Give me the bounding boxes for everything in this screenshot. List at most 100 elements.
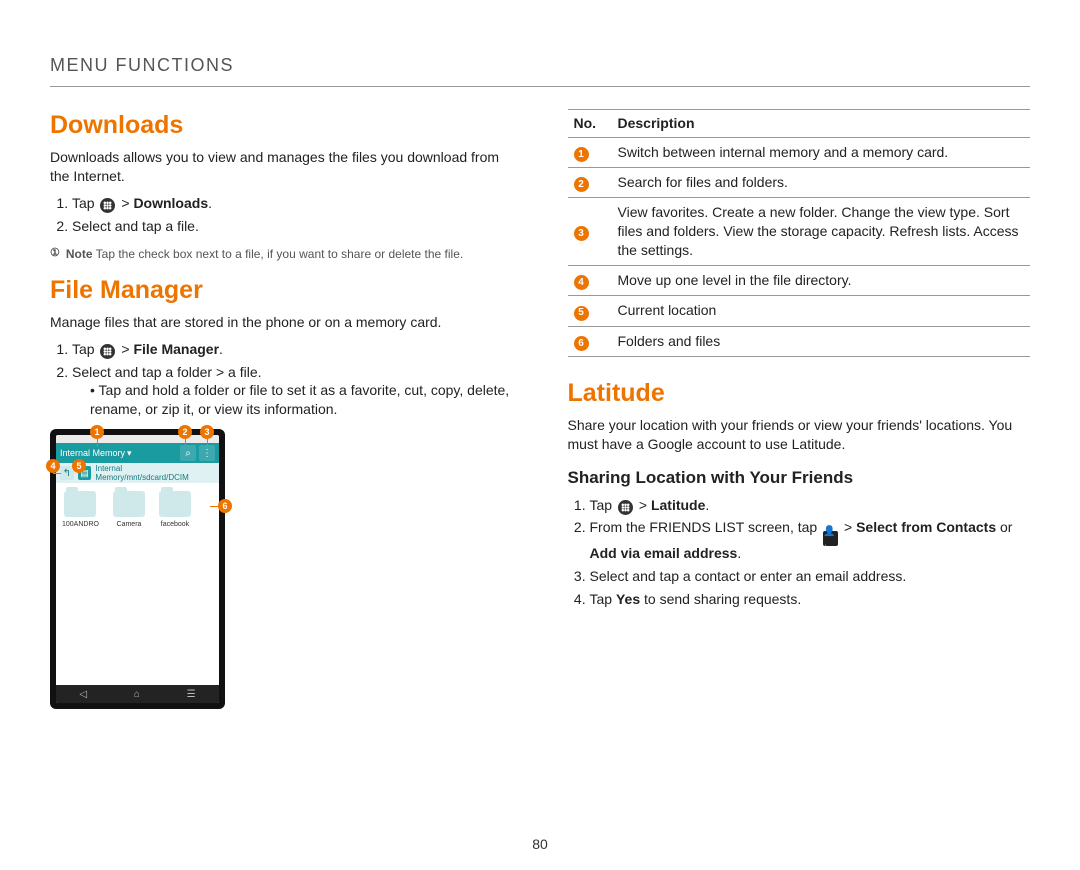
- fm-step-1: Tap > File Manager.: [72, 340, 513, 359]
- memory-selector[interactable]: Internal Memory: [60, 448, 177, 459]
- apps-icon: [100, 198, 115, 213]
- lat-step-2: From the FRIENDS LIST screen, tap 👤₊ > S…: [590, 518, 1031, 563]
- back-icon[interactable]: ◁: [79, 689, 87, 700]
- latitude-intro: Share your location with your friends or…: [568, 416, 1031, 454]
- fm-step-2: Select and tap a folder > a file. Tap an…: [72, 363, 513, 420]
- latitude-steps: Tap > Latitude. From the FRIENDS LIST sc…: [568, 496, 1031, 610]
- downloads-step-1: Tap > Downloads.: [72, 194, 513, 213]
- add-contact-icon: 👤₊: [823, 531, 838, 546]
- text: >: [840, 519, 856, 535]
- note-icon: ①: [50, 246, 60, 262]
- table-row: 4Move up one level in the file directory…: [568, 266, 1031, 296]
- lat-bold: Select from Contacts: [856, 519, 996, 535]
- callout-line: [53, 473, 61, 474]
- page-header: MENU FUNCTIONS: [50, 55, 1030, 87]
- folder-icon: [113, 491, 145, 517]
- filemanager-heading: File Manager: [50, 276, 513, 305]
- folder-item[interactable]: facebook: [159, 491, 191, 677]
- text: to send sharing requests.: [640, 591, 801, 607]
- note-body: Tap the check box next to a file, if you…: [93, 247, 464, 261]
- folder-icon: [64, 491, 96, 517]
- breadcrumb-text: Internal Memory/mnt/sdcard/DCIM: [95, 464, 215, 482]
- filemanager-intro: Manage files that are stored in the phon…: [50, 313, 513, 332]
- folder-label: 100ANDRO: [62, 521, 99, 528]
- filemanager-steps: Tap > File Manager. Select and tap a fol…: [50, 340, 513, 420]
- row-desc: Folders and files: [612, 326, 1031, 356]
- lat-step-4: Tap Yes to send sharing requests.: [590, 590, 1031, 609]
- text: >: [117, 195, 133, 211]
- folder-item[interactable]: Camera: [113, 491, 145, 677]
- row-desc: Search for files and folders.: [612, 168, 1031, 198]
- row-desc: Current location: [612, 296, 1031, 326]
- downloads-step-2: Select and tap a file.: [72, 217, 513, 236]
- fm-bold: File Manager: [133, 341, 219, 357]
- lat-step-3: Select and tap a contact or enter an ema…: [590, 567, 1031, 586]
- row-badge: 1: [574, 147, 589, 162]
- note: ① Note Tap the check box next to a file,…: [50, 246, 513, 262]
- table-row: 1 Switch between internal memory and a me…: [568, 137, 1031, 167]
- lat-bold: Yes: [616, 591, 640, 607]
- recent-icon[interactable]: ☰: [187, 689, 196, 700]
- folder-item[interactable]: 100ANDRO: [62, 491, 99, 677]
- folder-label: facebook: [161, 521, 189, 528]
- callout-6: 6: [218, 499, 232, 513]
- page-number: 80: [0, 836, 1080, 852]
- text: Tap: [590, 591, 616, 607]
- callout-line: [210, 506, 218, 507]
- menu-icon[interactable]: ⋮: [199, 445, 215, 461]
- apps-icon: [100, 344, 115, 359]
- row-badge: 6: [574, 336, 589, 351]
- text: From the FRIENDS LIST screen, tap: [590, 519, 822, 535]
- row-desc: View favorites. Create a new folder. Cha…: [612, 198, 1031, 266]
- col-desc: Description: [612, 110, 1031, 138]
- row-badge: 3: [574, 226, 589, 241]
- search-icon[interactable]: ⌕: [180, 445, 196, 461]
- latitude-subhead: Sharing Location with Your Friends: [568, 468, 1031, 488]
- right-column: No. Description 1 Switch between internal…: [568, 105, 1031, 709]
- text: .: [705, 497, 709, 513]
- lat-bold: Latitude: [651, 497, 705, 513]
- text: >: [117, 341, 133, 357]
- lat-step-1: Tap > Latitude.: [590, 496, 1031, 515]
- row-desc: Switch between internal memory and a mem…: [612, 137, 1031, 167]
- description-table: No. Description 1 Switch between internal…: [568, 109, 1031, 357]
- android-navbar: ◁ ⌂ ☰: [56, 685, 219, 703]
- phone-screen: Internal Memory ⌕ ⋮ ↰ ▤ Internal Memory/…: [56, 435, 219, 703]
- row-badge: 2: [574, 177, 589, 192]
- folder-label: Camera: [117, 521, 142, 528]
- latitude-heading: Latitude: [568, 379, 1031, 408]
- callout-line: [97, 439, 98, 447]
- text: .: [208, 195, 212, 211]
- apps-icon: [618, 500, 633, 515]
- file-grid: 100ANDRO Camera facebook: [56, 483, 219, 685]
- note-text: Note Tap the check box next to a file, i…: [66, 246, 463, 262]
- col-no: No.: [568, 110, 612, 138]
- text: Select and tap a folder > a file.: [72, 364, 262, 380]
- table-row: 6 Folders and files: [568, 326, 1031, 356]
- text: Tap: [590, 497, 616, 513]
- lat-bold: Add via email address: [590, 545, 738, 561]
- row-badge: 5: [574, 306, 589, 321]
- home-icon[interactable]: ⌂: [134, 689, 140, 700]
- text: >: [635, 497, 651, 513]
- table-row: 5 Current location: [568, 296, 1031, 326]
- downloads-heading: Downloads: [50, 111, 513, 140]
- table-row: 3 View favorites. Create a new folder. Ch…: [568, 198, 1031, 266]
- callout-line: [185, 439, 186, 447]
- left-column: Downloads Downloads allows you to view a…: [50, 105, 513, 709]
- downloads-steps: Tap > Downloads. Select and tap a file.: [50, 194, 513, 236]
- folder-icon: [159, 491, 191, 517]
- statusbar: [56, 435, 219, 443]
- downloads-bold: Downloads: [133, 195, 208, 211]
- row-desc: Move up one level in the file directory.: [612, 266, 1031, 296]
- note-label: Note: [66, 247, 93, 261]
- text: Tap: [72, 195, 98, 211]
- text: or: [996, 519, 1012, 535]
- table-row: 2 Search for files and folders.: [568, 168, 1031, 198]
- phone-screenshot: Internal Memory ⌕ ⋮ ↰ ▤ Internal Memory/…: [50, 429, 225, 709]
- fm-sublist: Tap and hold a folder or file to set it …: [72, 381, 513, 419]
- callout-line: [207, 439, 208, 447]
- text: Tap: [72, 341, 98, 357]
- content-columns: Downloads Downloads allows you to view a…: [50, 105, 1030, 709]
- downloads-intro: Downloads allows you to view and manages…: [50, 148, 513, 186]
